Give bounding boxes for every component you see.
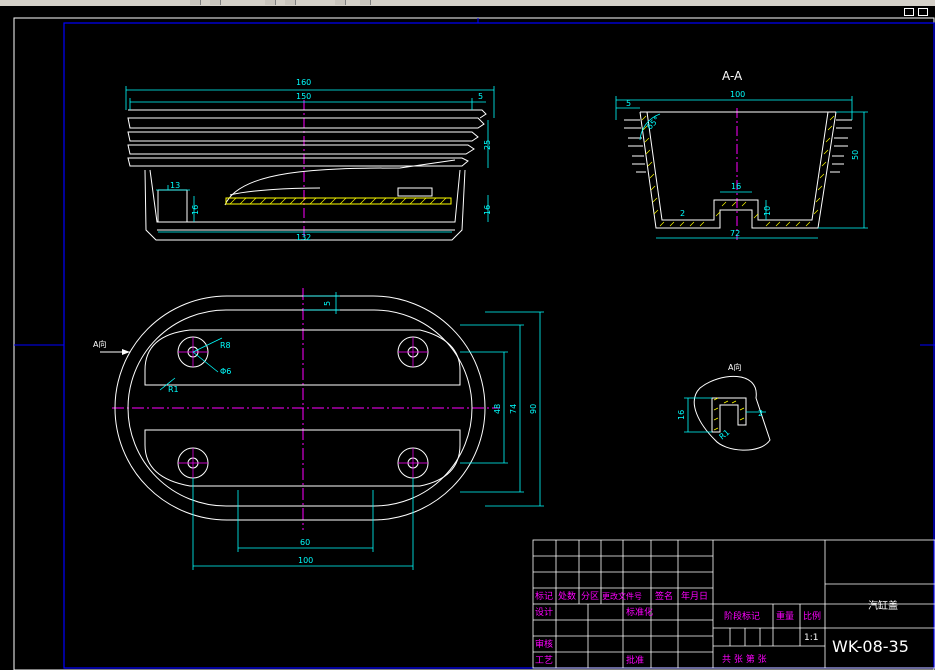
detail-view: A向 16 2 R1: [677, 362, 771, 451]
plan-view: 5 R8 Φ6 R1 48 74 90 60 100 A向: [93, 288, 544, 570]
tb-weight: 重量: [776, 610, 794, 622]
dim-r8: R8: [220, 341, 231, 350]
front-hatch: [225, 197, 452, 205]
section-title: A-A: [722, 69, 743, 83]
tb-zone: 分区: [581, 591, 599, 602]
dim-5-plan: 5: [323, 301, 332, 306]
scale-value: 1:1: [804, 633, 818, 643]
tb-change-doc: 更改文件号: [602, 591, 642, 601]
dim-2-section: 2: [680, 209, 685, 218]
detail-label: A向: [728, 362, 741, 372]
tb-count: 处数: [558, 590, 576, 602]
dim-50: 50: [851, 150, 860, 160]
tb-sign: 签名: [655, 590, 673, 602]
dim-60: 60: [300, 538, 310, 547]
tb-mark: 标记: [535, 590, 553, 602]
dim-10: 10: [763, 206, 772, 216]
dim-16-slot: 16: [191, 205, 200, 215]
dim-r1: R1: [168, 385, 179, 394]
dim-90: 90: [529, 404, 538, 414]
tb-stage: 阶段标记: [724, 610, 760, 622]
dim-74: 74: [509, 404, 518, 414]
view-arrow-label: A向: [93, 339, 106, 349]
detail-dim-2: 2: [758, 409, 763, 418]
dim-100-section: 100: [730, 90, 745, 99]
dim-132: 132: [296, 233, 311, 242]
dim-5-section: 5: [626, 99, 631, 108]
dim-phi6: Φ6: [220, 367, 231, 376]
tb-date: 年月日: [681, 590, 708, 602]
dim-48: 48: [493, 404, 502, 414]
drawing-number: WK-08-35: [832, 637, 909, 656]
drawing-frame: [63, 22, 935, 669]
dim-72: 72: [730, 229, 740, 238]
front-view: 160 150 5 132 13 25 16 16: [125, 78, 495, 242]
dim-100-plan: 100: [298, 556, 313, 565]
tb-standard: 标准化: [626, 606, 653, 618]
dim-25: 25: [483, 140, 492, 150]
dim-150: 150: [296, 92, 311, 101]
dim-5-front: 5: [478, 92, 483, 101]
section-view: A-A 100 5 72 16 50 2 10 65°: [615, 69, 868, 240]
dim-16-section: 16: [731, 182, 741, 191]
detail-profile: [711, 397, 747, 433]
detail-dim-16: 16: [677, 410, 686, 420]
part-name: 汽缸盖: [868, 599, 898, 612]
dim-160: 160: [296, 78, 311, 87]
cad-drawing-canvas[interactable]: 160 150 5 132 13 25 16 16 A-A 100 5 72 1…: [0, 0, 935, 670]
tb-check: 审核: [535, 638, 553, 650]
tb-scale: 比例: [803, 610, 821, 622]
tb-sheets: 共 张 第 张: [722, 653, 767, 665]
dim-13: 13: [170, 181, 180, 190]
tb-process: 工艺: [535, 655, 553, 666]
tb-design: 设计: [535, 606, 553, 618]
tb-approve: 批准: [626, 654, 644, 666]
dim-16-front: 16: [483, 205, 492, 215]
